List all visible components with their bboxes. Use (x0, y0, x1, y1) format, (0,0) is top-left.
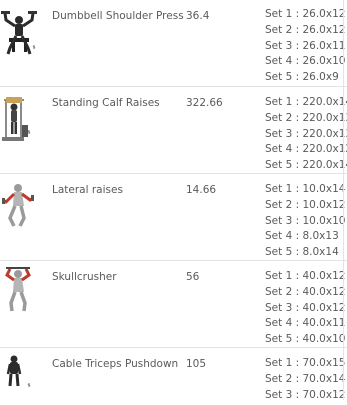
exercise-volume: 105 (186, 358, 207, 370)
exercise-volume: 322.66 (186, 97, 223, 109)
set-line: Set 1 : 220.0x14 (265, 96, 347, 108)
calf-raise-machine-icon (0, 95, 40, 145)
right-edge-divider (343, 0, 344, 400)
set-list: Set 1 : 10.0x14 Set 2 : 10.0x12 Set 3 : … (265, 182, 345, 261)
skullcrusher-figure-icon (0, 265, 40, 315)
set-line: Set 1 : 26.0x12 (265, 8, 346, 20)
exercise-name: Standing Calf Raises (52, 97, 160, 109)
set-list: Set 1 : 70.0x15 Set 2 : 70.0x14 Set 3 : … (265, 356, 345, 403)
set-line: Set 4 : 26.0x10 (265, 55, 346, 68)
set-line: Set 3 : 70.0x12 (265, 388, 346, 401)
lateral-raise-figure-icon (0, 180, 40, 230)
set-line: Set 3 : 10.0x10 (265, 214, 346, 227)
exercise-volume: 56 (186, 271, 200, 283)
triceps-pushdown-figure-icon (0, 352, 40, 402)
exercise-volume: 36.4 (186, 10, 210, 22)
set-line: Set 4 : 220.0x12 (265, 143, 347, 156)
set-list: Set 1 : 40.0x12 Set 2 : 40.0x12 Set 3 : … (265, 269, 345, 348)
set-line: Set 3 : 40.0x12 (265, 301, 346, 314)
set-line: Set 2 : 220.0x13 (265, 111, 347, 124)
list-item[interactable]: Standing Calf Raises 322.66 Set 1 : 220.… (0, 87, 347, 173)
dumbbell-press-figure-icon (0, 8, 40, 58)
set-line: Set 1 : 70.0x15 (265, 357, 346, 369)
set-line: Set 5 : 26.0x9 (265, 71, 339, 84)
list-item[interactable]: Lateral raises 14.66 Set 1 : 10.0x14 Set… (0, 174, 347, 260)
set-line: Set 1 : 40.0x12 (265, 270, 346, 282)
set-list: Set 1 : 26.0x12 Set 2 : 26.0x12 Set 3 : … (265, 7, 345, 86)
set-line: Set 2 : 40.0x12 (265, 285, 346, 298)
exercise-name: Dumbbell Shoulder Press (52, 10, 184, 22)
list-item[interactable]: Dumbbell Shoulder Press 36.4 Set 1 : 26.… (0, 0, 347, 86)
list-item[interactable]: Cable Triceps Pushdown 105 Set 1 : 70.0x… (0, 348, 347, 403)
set-line: Set 5 : 40.0x10 (265, 333, 346, 346)
set-line: Set 2 : 26.0x12 (265, 23, 346, 36)
list-item[interactable]: Skullcrusher 56 Set 1 : 40.0x12 Set 2 : … (0, 261, 347, 347)
set-line: Set 2 : 70.0x14 (265, 372, 346, 385)
exercise-name: Lateral raises (52, 184, 123, 196)
exercise-name: Skullcrusher (52, 271, 117, 283)
set-line: Set 4 : 8.0x13 (265, 230, 339, 243)
exercise-volume: 14.66 (186, 184, 217, 196)
exercise-name: Cable Triceps Pushdown (52, 358, 179, 370)
set-line: Set 5 : 8.0x14 (265, 246, 339, 259)
set-list: Set 1 : 220.0x14 Set 2 : 220.0x13 Set 3 … (265, 95, 347, 174)
set-line: Set 1 : 10.0x14 (265, 183, 346, 195)
set-line: Set 2 : 10.0x12 (265, 198, 346, 211)
set-line: Set 5 : 220.0x14 (265, 159, 347, 172)
set-line: Set 3 : 26.0x11 (265, 39, 346, 52)
set-line: Set 4 : 40.0x11 (265, 317, 346, 330)
set-line: Set 3 : 220.0x13 (265, 127, 347, 140)
